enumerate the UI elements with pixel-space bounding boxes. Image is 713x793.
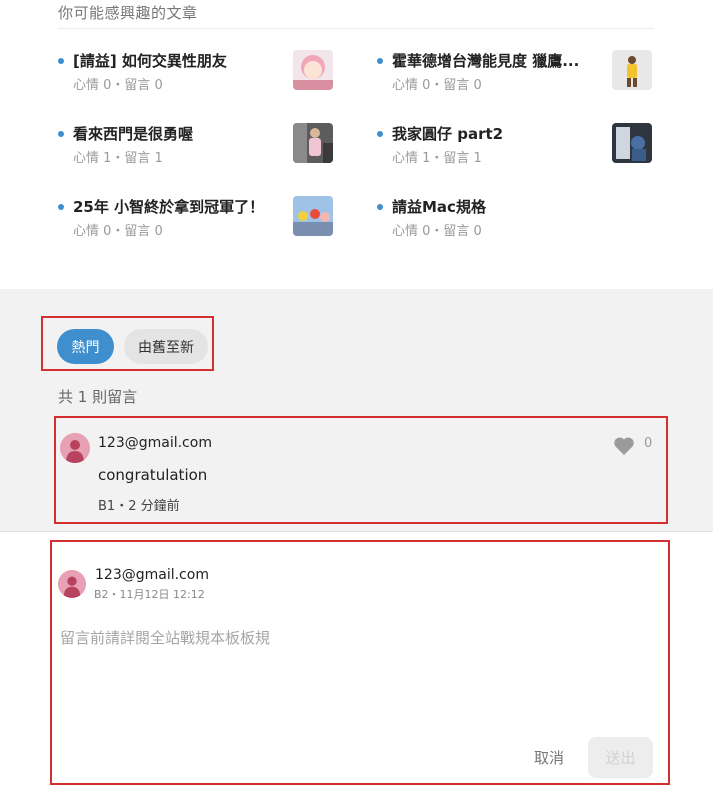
related-article[interactable]: 看來西門是很勇喔 心情 1・留言 1 [58,123,338,173]
article-title: [請益] 如何交異性朋友 [73,52,227,70]
bullet-dot [58,204,64,210]
related-article[interactable]: [請益] 如何交異性朋友 心情 0・留言 0 [58,50,338,100]
related-article[interactable]: 霍華德增台灣能見度 獵鷹... 心情 0・留言 0 [377,50,657,100]
bullet-dot [58,131,64,137]
article-meta: 心情 0・留言 0 [392,224,482,239]
sort-oldest-button[interactable]: 由舊至新 [124,329,208,364]
cancel-button[interactable]: 取消 [525,742,573,772]
comment-meta: B1・2 分鐘前 [98,499,180,514]
article-meta: 心情 1・留言 1 [392,151,482,166]
comment-count: 共 1 則留言 [58,388,138,406]
bullet-dot [377,58,383,64]
article-title: 25年 小智終於拿到冠軍了！ [73,198,265,216]
bullet-dot [377,131,383,137]
street-photo-thumbnail [293,123,333,163]
divider [0,531,713,532]
reply-meta: B2・11月12日 12:12 [94,588,205,601]
sort-hot-button[interactable]: 熱門 [57,329,114,364]
article-meta: 心情 1・留言 1 [73,151,163,166]
avatar[interactable] [60,433,90,463]
comments-section: 熱門 由舊至新 共 1 則留言 123@gmail.com congratula… [0,289,713,531]
article-title: 霍華德增台灣能見度 獵鷹... [392,52,580,70]
send-button[interactable]: 送出 [588,737,653,778]
related-article[interactable]: 25年 小智終於拿到冠軍了！ 心情 0・留言 0 [58,196,338,246]
related-article[interactable]: 請益Mac規格 心情 0・留言 0 [377,196,657,246]
article-title: 我家圓仔 part2 [392,125,504,143]
reply-input[interactable] [60,627,655,717]
bullet-dot [377,204,383,210]
related-title: 你可能感興趣的文章 [58,4,198,22]
bullet-dot [58,58,64,64]
pet-photo-thumbnail [612,123,652,163]
anime-girl-thumbnail [293,50,333,90]
divider [58,28,654,29]
related-articles: 你可能感興趣的文章 [請益] 如何交異性朋友 心情 0・留言 0 霍華德增台灣能… [0,0,713,289]
anime-scene-thumbnail [293,196,333,236]
article-title: 看來西門是很勇喔 [73,125,194,143]
like-count: 0 [644,436,653,451]
reply-author: 123@gmail.com [95,567,209,583]
comment-author[interactable]: 123@gmail.com [98,435,212,451]
article-title: 請益Mac規格 [392,198,486,216]
comment-text: congratulation [98,466,208,484]
heart-icon[interactable] [613,436,635,456]
avatar [58,570,86,598]
related-article[interactable]: 我家圓仔 part2 心情 1・留言 1 [377,123,657,173]
article-meta: 心情 0・留言 0 [392,78,482,93]
article-meta: 心情 0・留言 0 [73,224,163,239]
basketball-player-thumbnail [612,50,652,90]
article-meta: 心情 0・留言 0 [73,78,163,93]
